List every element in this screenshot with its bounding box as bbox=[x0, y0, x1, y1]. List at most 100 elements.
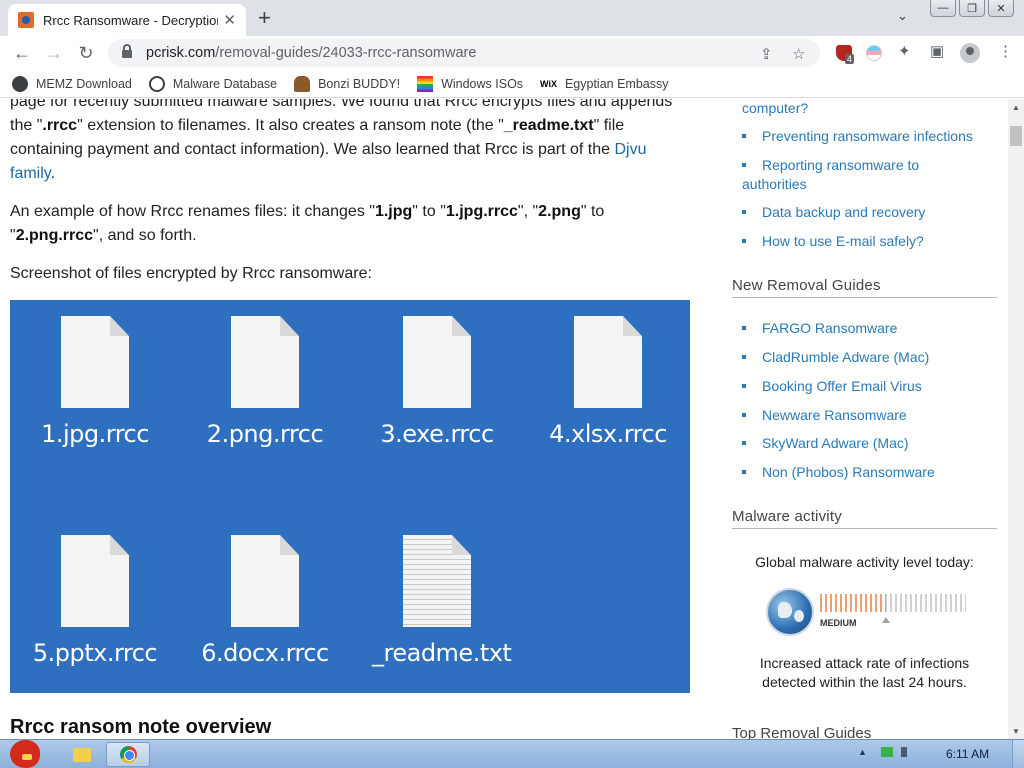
tab-close-icon[interactable]: ✕ bbox=[223, 11, 236, 29]
bookmark-label: Egyptian Embassy bbox=[564, 76, 669, 91]
page-content: page for recently submitted malware samp… bbox=[0, 99, 1008, 739]
ransom-note-file: _readme.txt bbox=[372, 535, 512, 667]
text: " to " bbox=[412, 203, 446, 220]
bookmark-label: Malware Database bbox=[172, 76, 278, 91]
pcrisk-favicon-icon bbox=[18, 12, 34, 28]
volume-icon[interactable] bbox=[900, 747, 913, 757]
restore-button[interactable]: ❐ bbox=[959, 0, 985, 17]
taskbar-chrome[interactable] bbox=[106, 742, 150, 767]
browser-toolbar: ← → ↻ pcrisk.com/removal-guides/24033-rr… bbox=[0, 36, 1024, 70]
text: Increased attack rate of infections bbox=[759, 655, 970, 671]
activity-level-fill bbox=[820, 594, 886, 612]
taskbar-explorer[interactable] bbox=[60, 742, 104, 767]
text-file-icon bbox=[403, 535, 471, 627]
url-path: /removal-guides/24033-rrcc-ransomware bbox=[215, 45, 477, 61]
guide-link[interactable]: FARGO Ransomware bbox=[762, 319, 897, 338]
file-name: _readme.txt bbox=[372, 639, 512, 667]
bullet bbox=[742, 326, 746, 330]
file-icon bbox=[231, 535, 299, 627]
text: " extension to filenames. It also create… bbox=[77, 117, 504, 134]
back-arrow-icon[interactable]: ← bbox=[10, 42, 34, 64]
activity-level-meter bbox=[820, 594, 966, 612]
window-controls: — ❐ ✕ bbox=[927, 0, 1014, 17]
scroll-thumb[interactable] bbox=[1010, 126, 1022, 146]
guide-link[interactable]: CladRumble Adware (Mac) bbox=[762, 348, 929, 367]
scroll-up-arrow-icon[interactable]: ▲ bbox=[1012, 103, 1020, 112]
share-icon[interactable]: ⇪ bbox=[760, 45, 773, 63]
sidebar-link-email[interactable]: How to use E-mail safely? bbox=[762, 232, 924, 251]
bookmark-memz[interactable]: MEMZ Download bbox=[12, 75, 132, 92]
bullet bbox=[742, 134, 746, 138]
file-name: 3.exe.rrcc bbox=[380, 420, 494, 448]
encrypted-file: 5.pptx.rrcc bbox=[30, 535, 160, 667]
bookmark-bonzi[interactable]: Bonzi BUDDY! bbox=[294, 75, 400, 92]
tray-expand-icon[interactable]: ▲ bbox=[858, 747, 867, 757]
guide-link[interactable]: SkyWard Adware (Mac) bbox=[762, 434, 909, 453]
guide-link[interactable]: Booking Offer Email Virus bbox=[762, 377, 922, 396]
bullet bbox=[742, 441, 746, 445]
url-text[interactable]: pcrisk.com/removal-guides/24033-rrcc-ran… bbox=[146, 45, 476, 61]
file-example: 2.png.rrcc bbox=[15, 227, 94, 244]
scroll-down-arrow-icon[interactable]: ▼ bbox=[1012, 727, 1020, 736]
new-removal-guides-heading: New Removal Guides bbox=[732, 277, 997, 298]
puzzle-extensions-icon[interactable]: ✦ bbox=[898, 42, 911, 60]
encrypted-file: 3.exe.rrcc bbox=[372, 316, 502, 448]
text: . bbox=[50, 165, 56, 182]
url-host: pcrisk.com bbox=[146, 45, 216, 61]
sidebar-link-reporting-cont[interactable]: authorities bbox=[742, 175, 807, 194]
bullet bbox=[742, 470, 746, 474]
file-icon bbox=[403, 316, 471, 408]
bookmark-egyptian-embassy[interactable]: WiX Egyptian Embassy bbox=[540, 76, 668, 92]
reload-icon[interactable]: ↻ bbox=[74, 42, 98, 64]
bookmark-malware-database[interactable]: Malware Database bbox=[148, 75, 278, 92]
malware-activity-heading: Malware activity bbox=[732, 508, 997, 529]
new-tab-button[interactable]: + bbox=[258, 5, 271, 31]
guide-link[interactable]: Non (Phobos) Ransomware bbox=[762, 463, 935, 482]
sidebar-link-backup[interactable]: Data backup and recovery bbox=[762, 203, 925, 222]
bullet bbox=[742, 413, 746, 417]
address-bar[interactable]: pcrisk.com/removal-guides/24033-rrcc-ran… bbox=[108, 39, 820, 67]
sidebar-link-reporting[interactable]: Reporting ransomware to bbox=[762, 156, 919, 175]
flag-extension-icon[interactable] bbox=[866, 45, 882, 61]
bonzi-icon bbox=[294, 75, 311, 92]
screenshot-caption: Screenshot of files encrypted by Rrcc ra… bbox=[10, 265, 372, 282]
bullet bbox=[742, 384, 746, 388]
encrypted-file: 1.jpg.rrcc bbox=[30, 316, 160, 448]
file-icon bbox=[61, 535, 129, 627]
sidebar-link-computer[interactable]: computer? bbox=[742, 99, 808, 118]
guide-link[interactable]: Newware Ransomware bbox=[762, 406, 907, 425]
minimize-button[interactable]: — bbox=[930, 0, 956, 17]
text: detected within the last 24 hours. bbox=[762, 674, 967, 690]
activity-title: Global malware activity level today: bbox=[755, 554, 974, 570]
bookmark-star-icon[interactable]: ☆ bbox=[792, 45, 805, 63]
paragraph-rename-example: An example of how Rrcc renames files: it… bbox=[10, 200, 690, 248]
browser-tab[interactable]: Rrcc Ransomware - Decryption ✕ bbox=[8, 4, 246, 36]
globe-icon bbox=[148, 75, 165, 92]
encrypted-file: 6.docx.rrcc bbox=[200, 535, 330, 667]
text: the " bbox=[10, 117, 43, 134]
lock-icon bbox=[122, 43, 132, 59]
show-desktop-button[interactable] bbox=[1012, 740, 1024, 768]
encrypted-files-screenshot[interactable]: 1.jpg.rrcc 2.png.rrcc 3.exe.rrcc 4.xlsx.… bbox=[10, 300, 690, 693]
vertical-scrollbar[interactable]: ▲ ▼ bbox=[1008, 99, 1024, 739]
bookmark-windows-isos[interactable]: Windows ISOs bbox=[417, 75, 524, 92]
system-tray: ▲ bbox=[858, 747, 913, 757]
taskbar-clock[interactable]: 6:11 AM bbox=[946, 747, 989, 761]
sidebar-link-preventing[interactable]: Preventing ransomware infections bbox=[762, 127, 973, 146]
network-icon[interactable] bbox=[880, 747, 893, 757]
text: An example of how Rrcc renames files: it… bbox=[10, 203, 375, 220]
text: page for recently submitted malware samp… bbox=[10, 99, 673, 110]
ransom-note-heading: Rrcc ransom note overview bbox=[10, 716, 272, 738]
start-button[interactable] bbox=[6, 732, 46, 768]
memz-icon bbox=[12, 75, 28, 92]
menu-kebab-icon[interactable]: ⋮ bbox=[998, 42, 1013, 60]
profile-avatar-icon[interactable] bbox=[960, 43, 980, 63]
forward-arrow-icon[interactable]: → bbox=[42, 42, 66, 64]
angry-bird-start-icon bbox=[10, 740, 40, 768]
side-panel-icon[interactable]: ▣ bbox=[930, 42, 944, 60]
activity-description: Increased attack rate of infections dete… bbox=[732, 654, 997, 692]
bookmark-label: Windows ISOs bbox=[441, 76, 524, 91]
file-icon bbox=[61, 316, 129, 408]
close-window-button[interactable]: ✕ bbox=[988, 0, 1014, 17]
tab-search-chevron-icon[interactable]: ⌄ bbox=[897, 8, 908, 24]
